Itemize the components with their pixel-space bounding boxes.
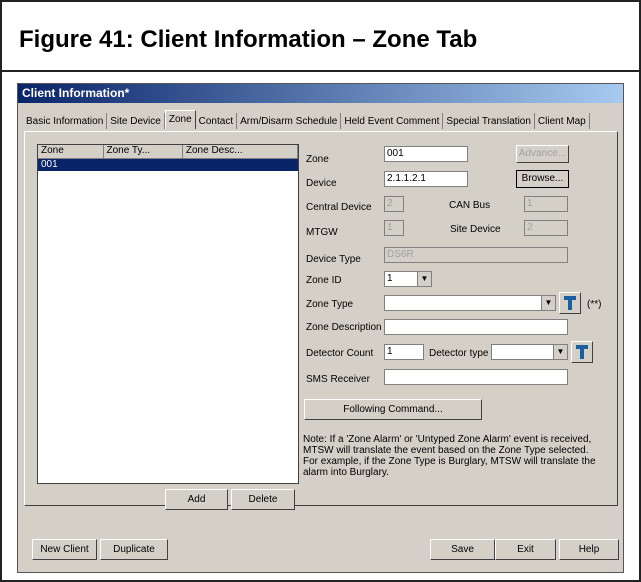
device-type-field: DS6R: [384, 247, 568, 263]
zone-description-label: Zone Description: [306, 322, 382, 333]
add-button[interactable]: Add: [165, 489, 228, 510]
zone-id-value: 1: [387, 273, 393, 284]
figure-title: Figure 41: Client Information – Zone Tab: [2, 2, 639, 72]
zone-type-select[interactable]: ▼: [384, 295, 556, 311]
chevron-down-icon[interactable]: ▼: [541, 296, 555, 310]
mtgw-field: 1: [384, 220, 404, 236]
column-zone-description[interactable]: Zone Desc...: [183, 145, 298, 158]
zone-cell: 001: [41, 159, 58, 170]
tab-special-translation[interactable]: Special Translation: [443, 113, 535, 129]
detector-type-tool-button[interactable]: [571, 341, 593, 363]
new-client-button[interactable]: New Client: [32, 539, 97, 560]
following-command-button[interactable]: Following Command...: [304, 399, 482, 420]
delete-button[interactable]: Delete: [231, 489, 295, 510]
detector-type-select[interactable]: ▼: [491, 344, 568, 360]
zone-field[interactable]: 001: [384, 146, 468, 162]
tab-client-map[interactable]: Client Map: [535, 113, 590, 129]
duplicate-button[interactable]: Duplicate: [100, 539, 168, 560]
site-device-field: 2: [524, 220, 568, 236]
tab-site-device[interactable]: Site Device: [107, 113, 165, 129]
chevron-down-icon[interactable]: ▼: [553, 345, 567, 359]
tab-contact[interactable]: Contact: [196, 113, 238, 129]
help-button[interactable]: Help: [559, 539, 619, 560]
exit-button[interactable]: Exit: [495, 539, 556, 560]
required-marker: (**): [587, 299, 602, 310]
sms-receiver-field[interactable]: [384, 369, 568, 385]
can-bus-field: 1: [524, 196, 568, 212]
tool-icon: [564, 296, 576, 310]
advance-button[interactable]: Advance...: [516, 145, 569, 163]
central-device-field: 2: [384, 196, 404, 212]
zone-list-header: Zone Zone Ty... Zone Desc...: [38, 145, 298, 159]
zone-type-label: Zone Type: [306, 299, 354, 310]
device-field[interactable]: 2.1.1.2.1: [384, 171, 468, 187]
column-zone[interactable]: Zone: [38, 145, 104, 158]
central-device-label: Central Device: [306, 202, 372, 213]
can-bus-label: CAN Bus: [449, 200, 491, 211]
window-title: Client Information*: [18, 84, 623, 103]
column-zone-type[interactable]: Zone Ty...: [104, 145, 183, 158]
zone-type-note: Note: If a 'Zone Alarm' or 'Untyped Zone…: [303, 434, 596, 478]
device-label: Device: [306, 178, 337, 189]
detector-type-label: Detector type: [429, 348, 489, 359]
tab-zone[interactable]: Zone: [164, 110, 196, 129]
sms-receiver-label: SMS Receiver: [306, 374, 370, 385]
tab-arm-disarm-schedule[interactable]: Arm/Disarm Schedule: [237, 113, 342, 129]
zone-id-label: Zone ID: [306, 275, 342, 286]
zone-label: Zone: [306, 154, 329, 165]
zone-description-field[interactable]: [384, 319, 568, 335]
mtgw-label: MTGW: [306, 227, 338, 238]
tool-icon: [576, 345, 588, 359]
zone-id-select[interactable]: 1 ▼: [384, 271, 432, 287]
tab-basic-information[interactable]: Basic Information: [23, 113, 108, 129]
browse-button[interactable]: Browse...: [516, 170, 569, 188]
detector-count-label: Detector Count: [306, 348, 374, 359]
zone-type-tool-button[interactable]: [559, 292, 581, 314]
detector-count-field[interactable]: 1: [384, 344, 424, 360]
tab-held-event-comment[interactable]: Held Event Comment: [341, 113, 444, 129]
zone-list[interactable]: Zone Zone Ty... Zone Desc... 001: [37, 144, 299, 484]
chevron-down-icon[interactable]: ▼: [417, 272, 431, 286]
save-button[interactable]: Save: [430, 539, 495, 560]
zone-list-row[interactable]: 001: [38, 159, 298, 171]
client-information-window: Client Information* Basic Information Sit…: [17, 83, 624, 573]
site-device-label: Site Device: [450, 224, 501, 235]
device-type-label: Device Type: [306, 254, 361, 265]
tab-bar: Basic Information Site Device Zone Contact A…: [23, 110, 590, 132]
